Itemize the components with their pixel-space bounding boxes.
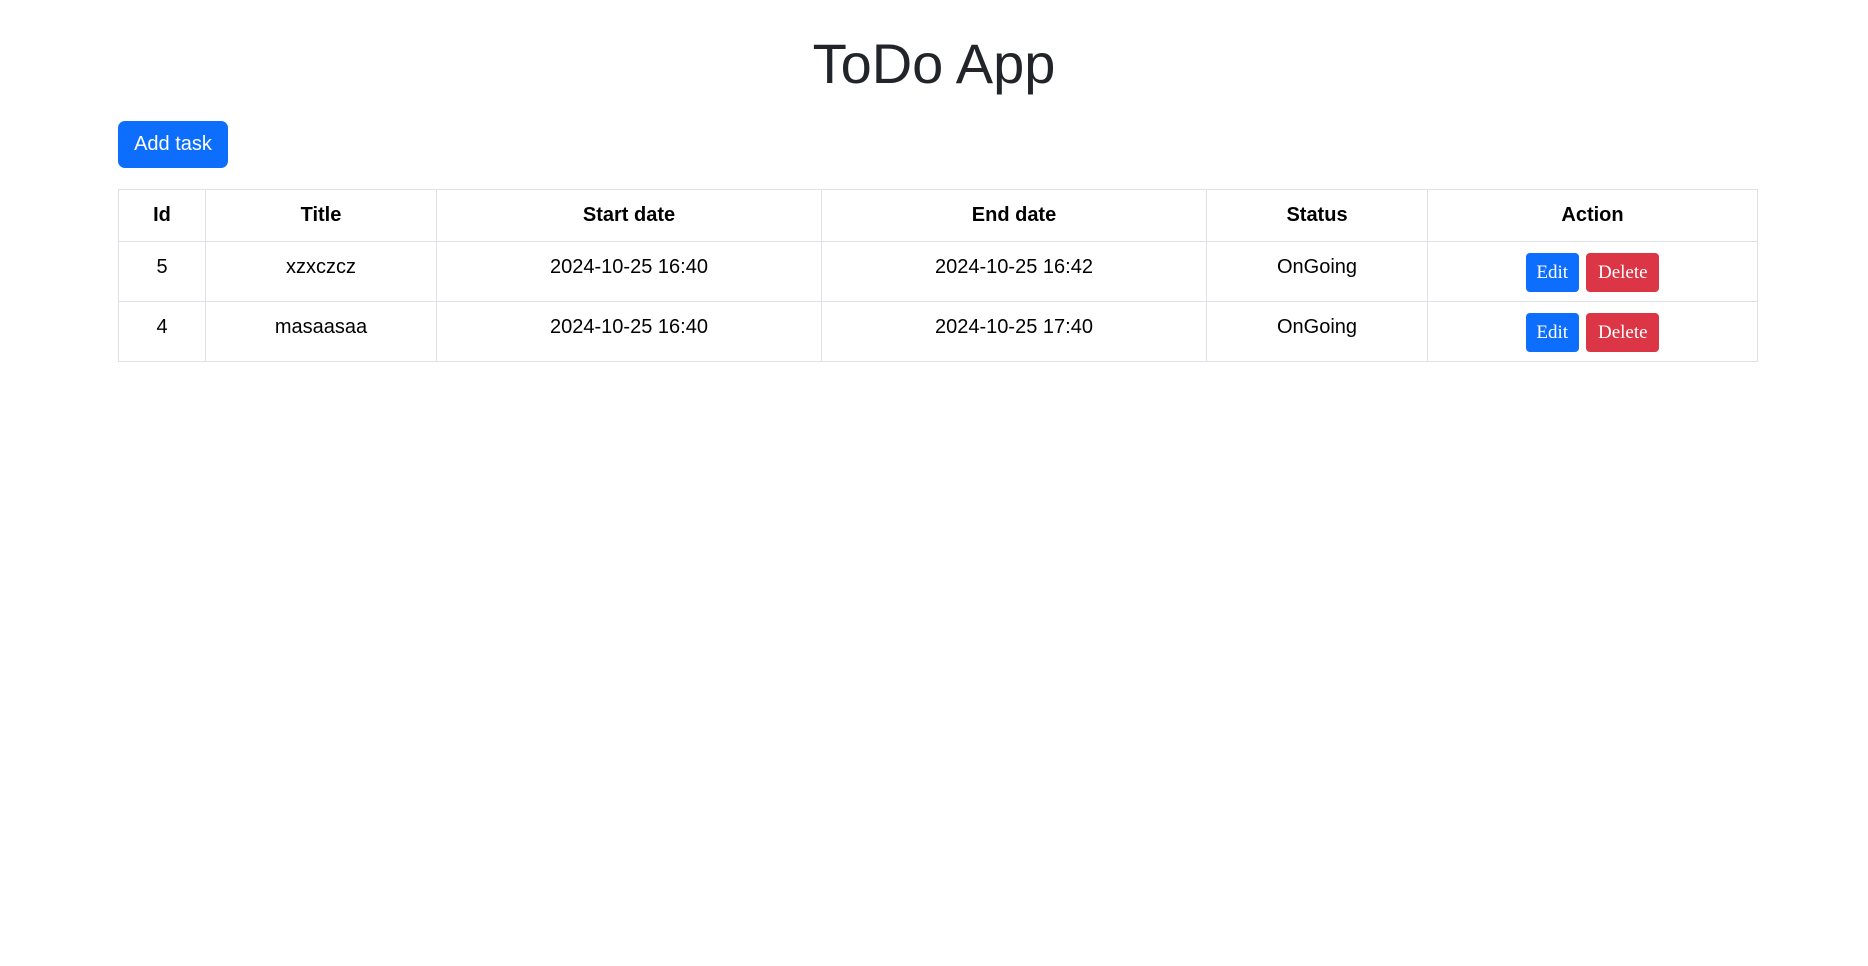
column-header-id: Id — [118, 189, 206, 242]
column-header-title: Title — [205, 189, 437, 242]
column-header-status: Status — [1206, 189, 1428, 242]
page-title: ToDo App — [812, 32, 1056, 95]
column-header-action: Action — [1427, 189, 1758, 242]
task-end-date: 2024-10-25 16:42 — [935, 256, 1093, 278]
table-row: 4 masaasaa 2024-10-25 16:40 2024-10-25 1… — [118, 301, 1758, 362]
page: ToDo App Add task Id Title Start date En… — [0, 0, 1868, 966]
task-start-date: 2024-10-25 16:40 — [550, 316, 708, 338]
delete-button[interactable]: Delete — [1586, 253, 1660, 292]
cell-title: masaasaa — [205, 301, 437, 362]
cell-end-date: 2024-10-25 17:40 — [821, 301, 1207, 362]
edit-button[interactable]: Edit — [1525, 253, 1579, 292]
edit-button[interactable]: Edit — [1525, 313, 1579, 352]
cell-id: 4 — [118, 301, 206, 362]
task-id: 5 — [156, 256, 168, 278]
cell-id: 5 — [118, 241, 206, 302]
table-row: 5 xzxczcz 2024-10-25 16:40 2024-10-25 16… — [118, 241, 1758, 302]
cell-status: OnGoing — [1206, 301, 1428, 362]
cell-start-date: 2024-10-25 16:40 — [436, 241, 822, 302]
task-start-date: 2024-10-25 16:40 — [550, 256, 708, 278]
column-header-start-date: Start date — [436, 189, 822, 242]
task-status: OnGoing — [1276, 256, 1358, 278]
column-header-end-date: End date — [821, 189, 1207, 242]
task-id: 4 — [156, 316, 168, 338]
delete-button[interactable]: Delete — [1586, 313, 1660, 352]
add-task-button[interactable]: Add task — [118, 121, 228, 168]
task-table: Id Title Start date End date Status Acti… — [118, 189, 1758, 362]
cell-start-date: 2024-10-25 16:40 — [436, 301, 822, 362]
task-status: OnGoing — [1276, 316, 1358, 338]
task-title: xzxczcz — [286, 256, 356, 278]
cell-action: Edit Delete — [1427, 301, 1758, 362]
task-end-date: 2024-10-25 17:40 — [935, 316, 1093, 338]
task-title: masaasaa — [274, 316, 368, 338]
cell-status: OnGoing — [1206, 241, 1428, 302]
cell-end-date: 2024-10-25 16:42 — [821, 241, 1207, 302]
cell-action: Edit Delete — [1427, 241, 1758, 302]
cell-title: xzxczcz — [205, 241, 437, 302]
table-header-row: Id Title Start date End date Status Acti… — [118, 189, 1758, 242]
